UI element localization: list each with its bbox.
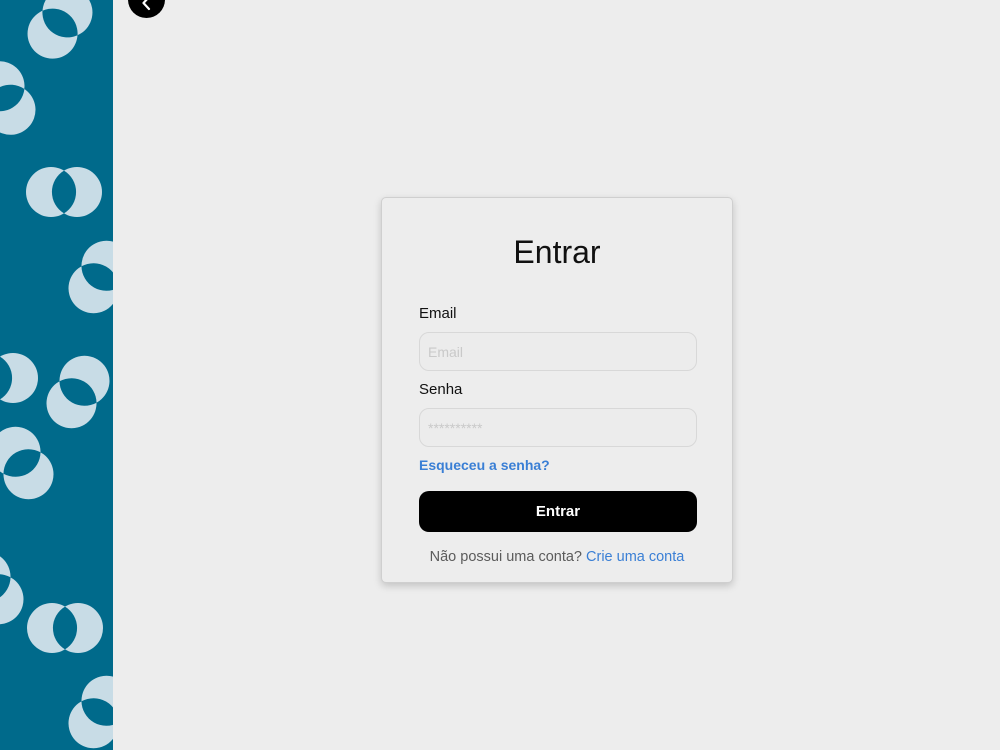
login-button[interactable]: Entrar <box>419 491 697 532</box>
overlapping-circles-pattern <box>0 0 113 750</box>
create-account-link[interactable]: Crie uma conta <box>586 549 684 565</box>
forgot-password-link[interactable]: Esqueceu a senha? <box>419 457 550 473</box>
email-label: Email <box>419 305 457 322</box>
sidebar-pattern-panel <box>0 0 113 750</box>
signup-prompt-line: Não possui uma conta? Crie uma conta <box>382 549 732 565</box>
signup-prompt-text: Não possui uma conta? <box>429 549 582 565</box>
password-label: Senha <box>419 381 463 398</box>
back-button[interactable] <box>128 0 165 18</box>
password-input[interactable] <box>419 408 697 447</box>
login-card: Entrar Email Senha Esqueceu a senha? Ent… <box>381 197 733 583</box>
page-title: Entrar <box>513 234 601 270</box>
email-input[interactable] <box>419 332 697 371</box>
chevron-left-icon <box>142 0 151 11</box>
